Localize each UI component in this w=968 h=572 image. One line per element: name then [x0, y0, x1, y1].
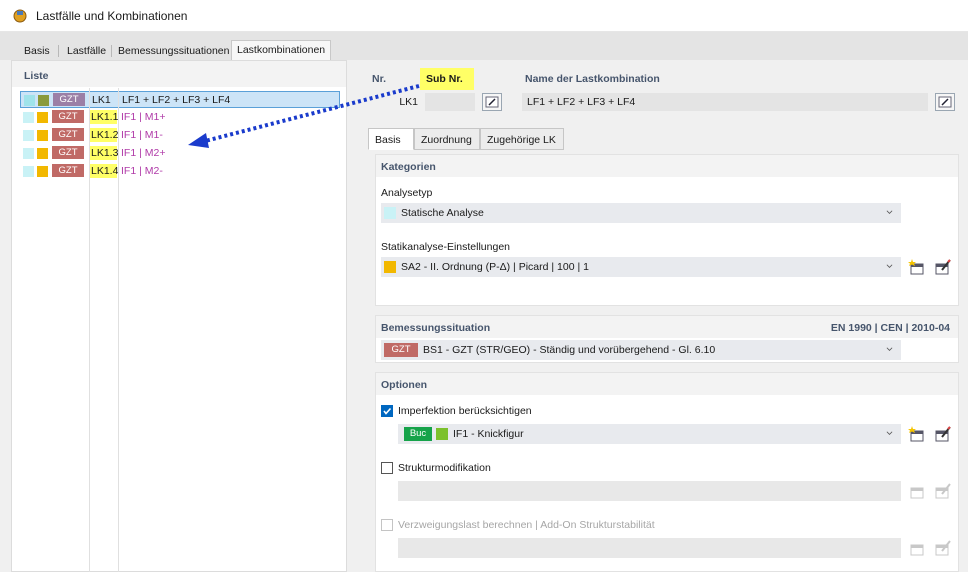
annotation-arrow [188, 84, 420, 148]
